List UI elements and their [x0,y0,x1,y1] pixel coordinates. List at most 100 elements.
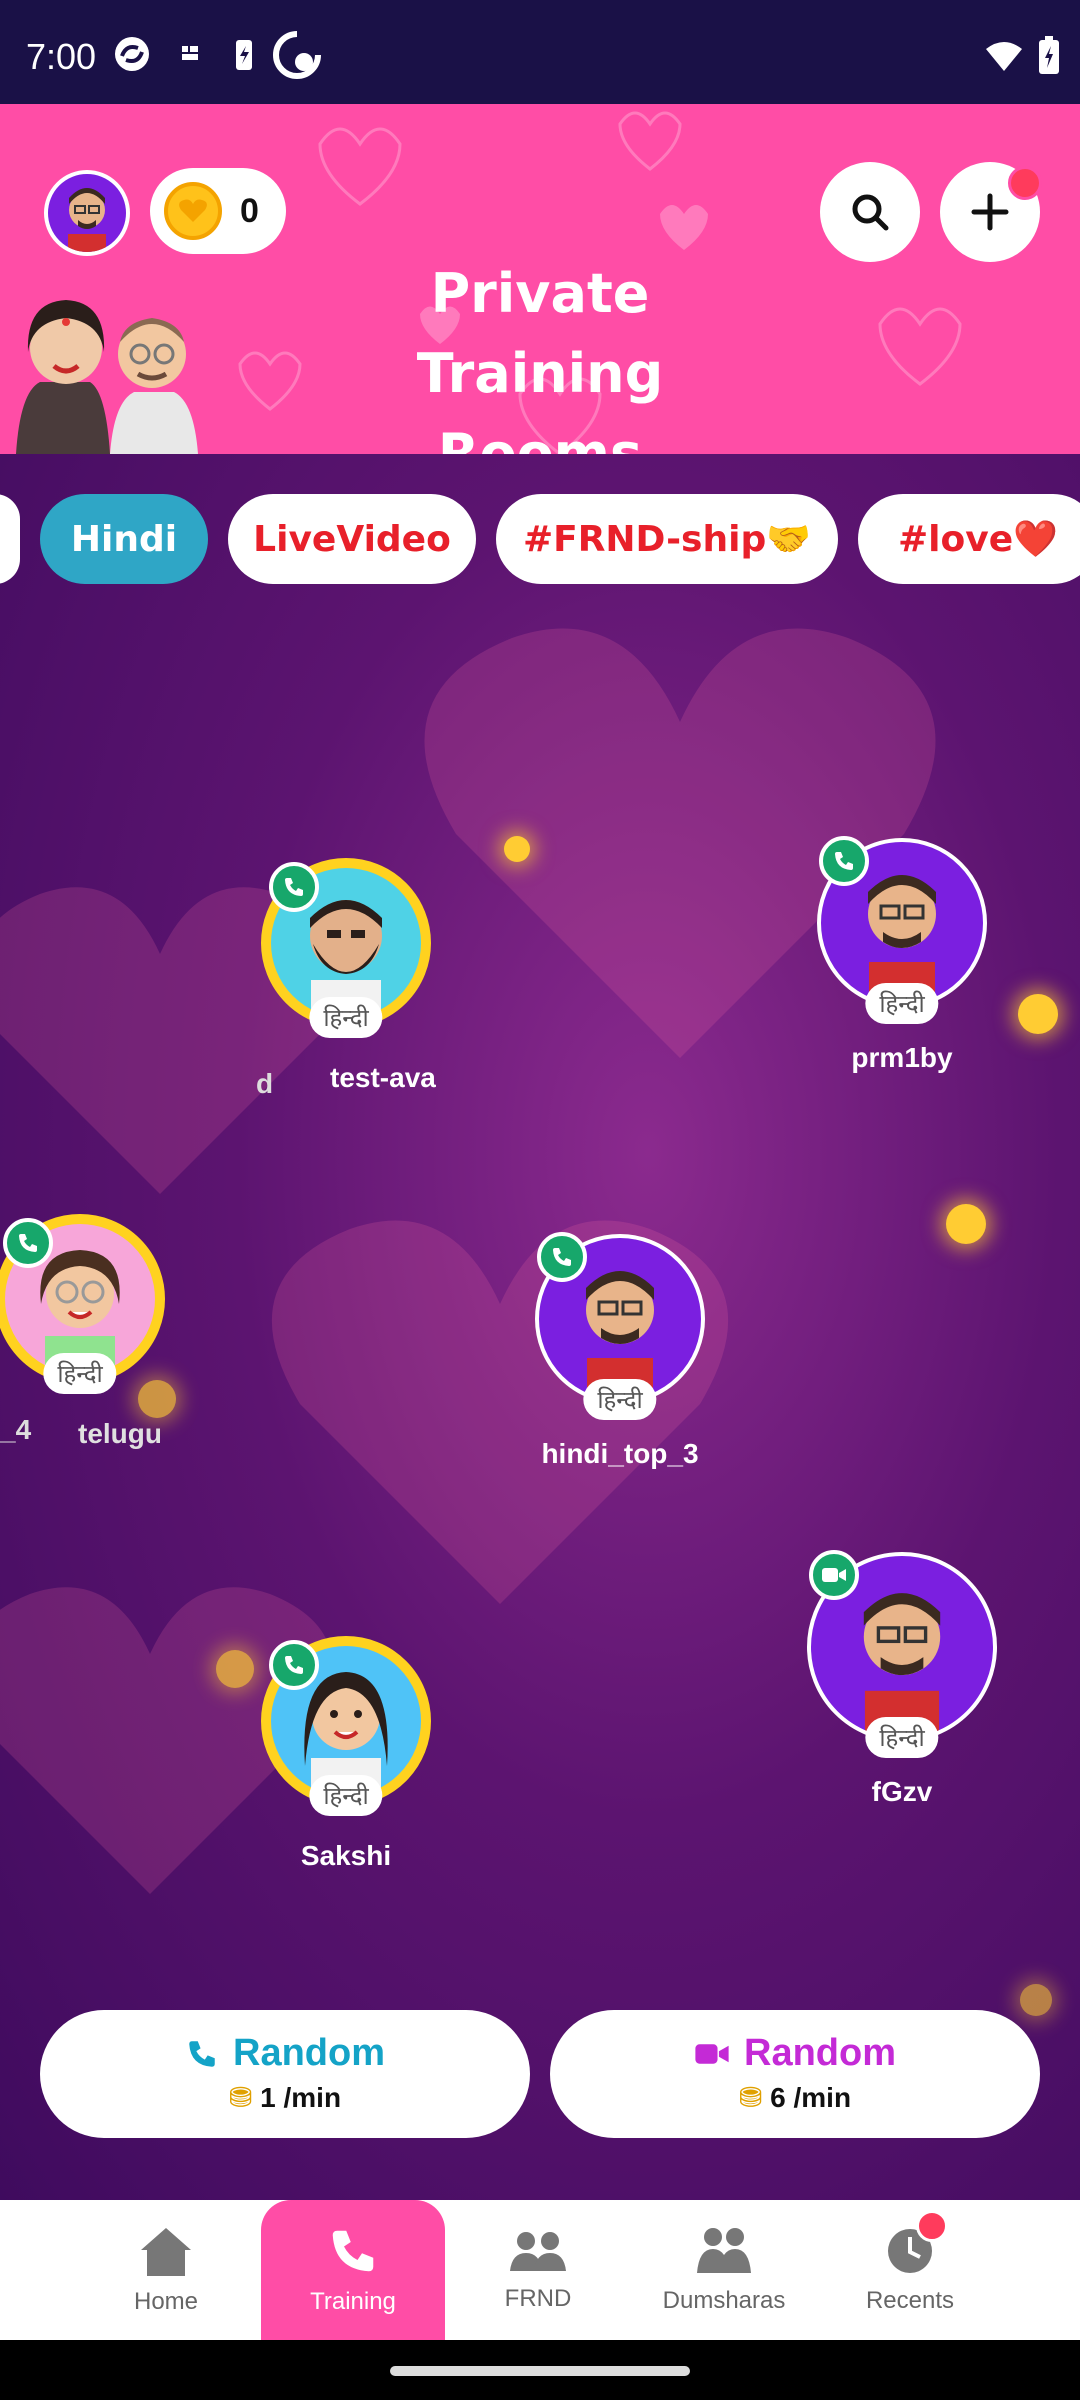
nav-frnd-label: FRND [504,2285,572,2312]
home-indicator[interactable] [390,2366,690,2376]
home-icon [141,2228,191,2276]
language-tag: हिन्दी [865,1717,939,1758]
voice-call-badge [269,862,319,912]
random-voice-title: Random [40,2032,530,2075]
voice-call-badge [819,836,869,886]
random-video-title: Random [550,2032,1040,2075]
chip-label: #love❤️ [898,519,1058,560]
friends-icon [510,2232,566,2271]
page-title: Private Training Rooms [300,254,780,454]
random-voice-rate-value: 1 /min [260,2082,342,2113]
rooms-area: Hindi LiveVideo #FRND-ship🤝 #love❤️ d _4… [0,454,1080,2200]
recents-notification-dot [916,2210,948,2242]
chip-livevideo[interactable]: LiveVideo [228,494,476,584]
user-card[interactable]: हिन्दी Sakshi [256,1636,436,1872]
voice-call-badge [269,1640,319,1690]
data-saver-icon [273,31,321,79]
chip-love[interactable]: #love❤️ [858,494,1080,584]
user-avatar: हिन्दी [0,1214,165,1394]
language-tag: हिन्दी [309,1775,383,1816]
category-chips: Hindi LiveVideo #FRND-ship🤝 #love❤️ [0,494,1080,584]
chip-label: Hindi [70,518,178,560]
chip-hindi[interactable]: Hindi [40,494,208,584]
nav-home[interactable]: Home [74,2200,258,2340]
wifi-icon [986,42,1022,71]
user-card[interactable]: हिन्दी fGzv [802,1550,1002,1808]
notification-dot [1008,166,1042,200]
chip-partial[interactable] [0,494,20,584]
random-video-rate-value: 6 /min [770,2082,852,2113]
profile-avatar[interactable] [44,170,130,256]
page-title-line2: Rooms [437,422,643,454]
coin-stack-icon: ⛃ [738,2082,763,2113]
nav-recents[interactable]: Recents [818,2200,1002,2340]
username: fGzv [871,1776,933,1807]
avatar-face-icon [68,188,106,252]
random-voice-rate: ⛃ 1 /min [40,2081,530,2114]
battery-saver-icon [236,40,252,70]
header: 0 Private Training Rooms [0,104,1080,454]
nav-home-label: Home [133,2288,199,2315]
username: hindi_top_3 [541,1438,699,1469]
bokeh-light [216,1650,254,1688]
user-avatar: हिन्दी [817,836,987,1024]
bottom-nav: Home Training FRND Dumsharas Recents [0,2200,1080,2340]
gesture-bar [0,2340,1080,2400]
random-video-button[interactable]: Random ⛃ 6 /min [550,2010,1040,2138]
phone-icon [285,878,303,896]
video-camera-icon [695,2043,729,2064]
search-button[interactable] [820,162,920,262]
coin-count: 0 [240,191,259,230]
nav-recents-label: Recents [865,2287,955,2314]
language-tag: हिन्दी [865,983,939,1024]
bokeh-light [1020,1984,1052,2016]
bokeh-light [1018,994,1058,1034]
user-avatar: हिन्दी [261,858,431,1038]
video-call-badge [809,1550,859,1600]
phone-icon [553,1248,571,1266]
user-card[interactable]: हिन्दी prm1by [812,836,992,1074]
phone-icon [835,852,853,870]
nav-training[interactable]: Training [261,2200,445,2340]
phone-icon [19,1234,37,1252]
language-tag: हिन्दी [309,997,383,1038]
voice-call-badge [537,1232,587,1282]
coin-balance[interactable]: 0 [150,168,286,254]
random-video-rate: ⛃ 6 /min [550,2081,1040,2114]
user-card[interactable]: हिन्दी test-ava [256,858,436,1094]
coin-stack-icon: ⛃ [228,2082,253,2113]
username: prm1by [851,1042,953,1073]
phone-icon [189,2040,215,2067]
language-tag: हिन्दी [43,1353,117,1394]
search-icon [852,194,889,231]
chip-label: #FRND-ship🤝 [522,519,812,560]
user-card[interactable]: हिन्दी telugu [0,1214,170,1450]
chip-label: LiveVideo [253,518,451,560]
nav-training-label: Training [310,2288,396,2315]
nav-frnd[interactable]: FRND [446,2200,630,2340]
phone-icon [285,1656,303,1674]
user-avatar: हिन्दी [807,1550,997,1758]
user-card[interactable]: हिन्दी hindi_top_3 [530,1232,710,1470]
status-right [984,36,1060,76]
battery-icon [1039,36,1059,74]
user-avatar: हिन्दी [535,1232,705,1420]
phone-icon [332,2230,374,2272]
random-voice-button[interactable]: Random ⛃ 1 /min [40,2010,530,2138]
random-voice-label: Random [233,2032,385,2074]
user-avatar: हिन्दी [261,1636,431,1816]
notification-icon [182,46,198,60]
random-video-label: Random [744,2032,896,2074]
coin-icon [164,182,222,240]
chip-frnd-ship[interactable]: #FRND-ship🤝 [496,494,838,584]
nav-dumsharas-label: Dumsharas [662,2287,786,2314]
page-title-line1: Private Training [416,262,664,405]
group-icon [697,2228,751,2273]
bokeh-light [504,836,530,862]
username: telugu [78,1418,160,1449]
voice-call-badge [3,1218,53,1268]
nav-dumsharas[interactable]: Dumsharas [632,2200,816,2340]
status-bar: 7:00 [0,0,1080,104]
sync-icon [115,37,149,71]
video-camera-icon [822,1568,846,1582]
